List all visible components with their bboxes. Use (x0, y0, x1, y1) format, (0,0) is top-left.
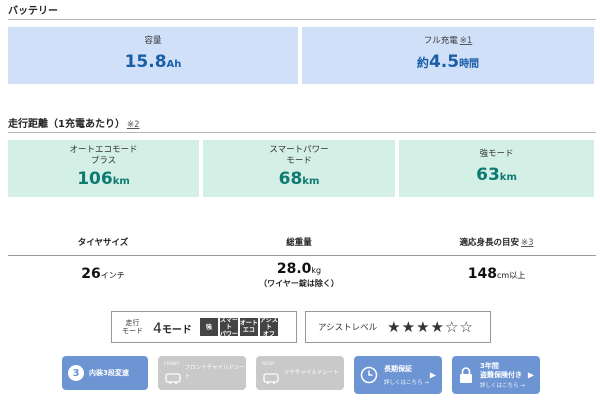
height-header: 適応身長の目安 ※3 (399, 236, 594, 248)
weight-value: 28.0 (276, 261, 312, 277)
range-unit-auto-eco: km (112, 175, 130, 187)
drive-mode-count-num: 4 (153, 320, 162, 337)
range-value-line-strong: 63km (476, 164, 517, 189)
badge-internal-3-speed-title: 内装3段変速 (89, 368, 129, 377)
weight-header: 総重量 (203, 236, 395, 248)
height-header-line: 適応身長の目安 ※3 (399, 236, 594, 248)
drive-mode-count-text: モード (161, 324, 192, 336)
full-charge-note-link[interactable]: ※1 (460, 36, 473, 46)
battery-section-title: バッテリー (8, 6, 58, 17)
range-section-title: 走行距離（1充電あたり） (8, 119, 125, 130)
height-value-cell: 148cm以上 (399, 263, 594, 282)
full-charge-label-line: フル充電 ※1 (424, 36, 473, 47)
range-section-title-line: 走行距離（1充電あたり） ※2 (8, 115, 140, 130)
range-label-smart-power-1: スマートパワー (269, 144, 329, 155)
badge-front-child-seat-title: フロントチャイルドシート (184, 365, 246, 380)
capacity-unit: Ah (166, 58, 182, 70)
badge-rear-tag: REAR (262, 362, 275, 367)
badge-front-tag: FRONT (164, 362, 180, 367)
capacity-label: 容量 (144, 35, 162, 46)
drive-mode-label-1: 走行 (125, 319, 140, 327)
range-unit-strong: km (499, 171, 517, 183)
range-value-smart-power: 68 (278, 168, 303, 189)
full-charge-unit: 時間 (459, 58, 480, 70)
star-icon: ★ (401, 318, 416, 336)
full-charge-label: フル充電 (423, 35, 458, 46)
badge-warranty-link[interactable]: 詳しくはこちら → (384, 378, 429, 386)
battery-section-rule (8, 19, 596, 20)
range-box-smart-power: スマートパワー モード 68km (203, 140, 395, 197)
range-label-strong: 強モード (479, 148, 514, 159)
clock-icon (360, 366, 378, 384)
badge-front-child-seat: FRONT フロントチャイルドシート (158, 356, 246, 390)
range-label-auto-eco-2: プラス (90, 155, 117, 166)
height-note-link[interactable]: ※3 (521, 238, 534, 248)
height-value: 148 (467, 266, 498, 282)
badge-theft-link[interactable]: 詳しくはこちら → (480, 381, 525, 389)
badge-rear-child-seat: REAR リヤチャイルドシート (256, 356, 344, 390)
range-section-rule (8, 132, 596, 133)
star-outline-icon: ☆ (444, 318, 459, 336)
badge-theft-title-2: 盗難保険付き (480, 370, 522, 379)
height-unit: cm (497, 271, 510, 280)
badge-rear-child-seat-title: リヤチャイルドシート (284, 369, 339, 376)
assist-level-label: アシストレベル (318, 323, 378, 333)
tire-size-header: タイヤサイズ (8, 236, 198, 248)
mode-chip-strong: 強 (199, 318, 218, 336)
gear-3-icon: 3 (68, 365, 84, 381)
full-charge-value-line: 約4.5時間 (417, 51, 479, 76)
specs-rule (8, 255, 596, 256)
full-charge-value: 4.5 (428, 51, 460, 72)
range-value-strong: 63 (476, 164, 500, 185)
drive-mode-label: 走行 モード (122, 319, 143, 335)
drive-mode-box: 走行 モード 4モード 強 スマート パワー オート エコ アシスト オフ (111, 311, 297, 343)
lock-icon (460, 367, 472, 383)
drive-mode-label-2: モード (122, 327, 143, 335)
tire-size-value: 26 (81, 266, 101, 282)
range-unit-smart-power: km (302, 175, 320, 187)
arrow-right-icon: ▶ (527, 370, 534, 380)
arrow-right-icon: ▶ (429, 370, 436, 380)
range-value-auto-eco: 106 (77, 168, 113, 189)
mode-chip-assist-off: アシスト オフ (259, 316, 278, 338)
weight-header-text: 総重量 (286, 238, 312, 248)
full-charge-prefix: 約 (416, 55, 429, 70)
full-charge-box: フル充電 ※1 約4.5時間 (302, 27, 594, 84)
mode-chip-smart-power: スマート パワー (219, 316, 238, 338)
range-note-link[interactable]: ※2 (127, 120, 140, 130)
weight-unit: kg (311, 266, 322, 275)
child-seat-front-icon: FRONT (164, 362, 181, 384)
badge-long-term-warranty[interactable]: 長期保証 詳しくはこちら → ▶ (354, 356, 442, 394)
drive-mode-count: 4モード (153, 318, 192, 337)
tire-size-value-cell: 26インチ (8, 263, 198, 282)
capacity-value: 15.8 (124, 51, 167, 72)
capacity-box: 容量 15.8Ah (8, 27, 298, 84)
weight-value-cell: 28.0kg （ワイヤー錠は除く） (203, 258, 395, 289)
height-suffix: 以上 (509, 271, 526, 280)
height-header-text: 適応身長の目安 (459, 238, 519, 248)
range-label-auto-eco-1: オートエコモード (69, 144, 138, 155)
range-label-smart-power-2: モード (286, 155, 312, 166)
badge-internal-3-speed: 3 内装3段変速 (62, 356, 148, 390)
star-icon: ★ (387, 318, 401, 336)
range-value-line-smart-power: 68km (279, 168, 320, 193)
badge-theft-title-1: 3年間 (480, 361, 499, 370)
range-box-auto-eco: オートエコモード プラス 106km (8, 140, 199, 197)
badge-warranty-title: 長期保証 (384, 364, 412, 373)
badge-theft-insurance[interactable]: 3年間 盗難保険付き 詳しくはこちら → ▶ (452, 356, 540, 394)
tire-size-header-text: タイヤサイズ (77, 238, 129, 248)
star-outline-icon: ☆ (459, 318, 473, 336)
tire-size-unit: インチ (100, 271, 125, 280)
range-box-strong: 強モード 63km (399, 140, 594, 197)
range-value-line-auto-eco: 106km (77, 168, 130, 193)
star-icon: ★ (416, 318, 430, 336)
mode-chip-auto-eco: オート エコ (239, 318, 258, 336)
star-icon: ★ (430, 318, 444, 336)
assist-level-box: アシストレベル ★ ★ ★ ★ ☆ ☆ (305, 311, 491, 343)
capacity-value-line: 15.8Ah (125, 51, 182, 76)
child-seat-rear-icon: REAR (262, 362, 280, 384)
weight-sub-note: （ワイヤー錠は除く） (259, 279, 339, 288)
